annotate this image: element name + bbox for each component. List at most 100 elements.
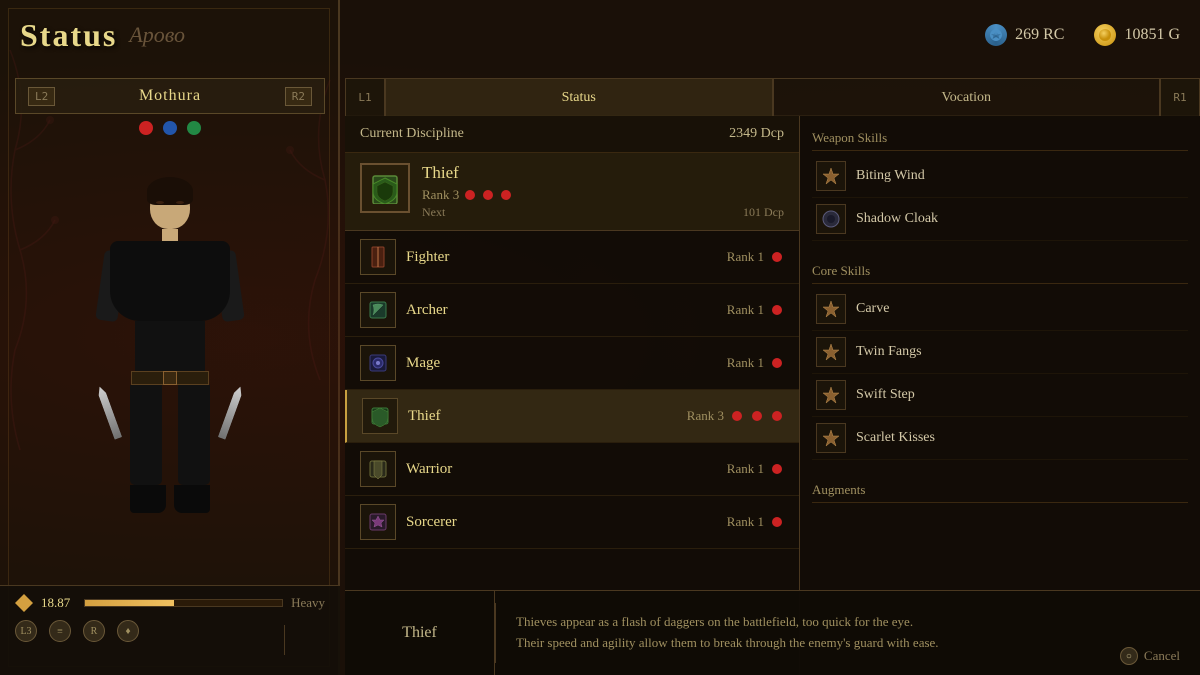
weight-row: 18.87 Heavy	[15, 594, 325, 612]
tab-vocation[interactable]: Vocation	[773, 78, 1161, 116]
warrior-icon	[360, 451, 396, 487]
sorcerer-dot-1	[772, 517, 782, 527]
info-description: Thieves appear as a flash of daggers on …	[496, 600, 1200, 666]
discipline-row[interactable]: Fighter Rank 1	[345, 231, 799, 284]
bottom-divider	[284, 625, 285, 655]
carve-icon	[816, 294, 846, 324]
tab-bar: L1 Status Vocation R1	[345, 78, 1200, 116]
sorcerer-name: Sorcerer	[406, 514, 717, 531]
twin-fangs-icon	[816, 337, 846, 367]
character-status-icons	[138, 120, 202, 136]
warrior-dot-1	[772, 464, 782, 474]
discipline-row[interactable]: Mage Rank 1	[345, 337, 799, 390]
warrior-rank: Rank 1	[727, 461, 784, 477]
rank-dot-2	[483, 190, 493, 200]
swift-step-name: Swift Step	[856, 387, 915, 403]
weight-bar	[84, 599, 283, 607]
core-skills-section: Core Skills Carve	[800, 249, 1200, 468]
mage-info: Mage	[406, 355, 717, 372]
cancel-button[interactable]: ○ Cancel	[1120, 647, 1180, 665]
mage-icon	[360, 345, 396, 381]
skill-row[interactable]: Biting Wind	[812, 155, 1188, 198]
r-button[interactable]: R	[83, 620, 105, 642]
archer-icon	[360, 292, 396, 328]
augments-title: Augments	[812, 476, 1188, 503]
main-panel: L1 Status Vocation R1 Current Discipline…	[345, 78, 1200, 675]
discipline-row[interactable]: Sorcerer Rank 1	[345, 496, 799, 549]
weight-bar-fill	[85, 600, 174, 606]
sorcerer-icon	[360, 504, 396, 540]
bottom-bar: 18.87 Heavy L3 ≡ R ♦	[0, 585, 340, 675]
sorcerer-rank: Rank 1	[727, 514, 784, 530]
archer-name: Archer	[406, 302, 717, 319]
nav-right-btn[interactable]: R2	[285, 87, 312, 106]
l1-trigger[interactable]: L1	[345, 78, 385, 116]
header-currencies: 269 RC 10851 G	[985, 24, 1180, 46]
rc-currency: 269 RC	[985, 24, 1064, 46]
weight-value: 18.87	[41, 595, 76, 611]
character-display	[20, 145, 320, 565]
weapon-skills-title: Weapon Skills	[812, 124, 1188, 151]
skill-row[interactable]: Shadow Cloak	[812, 198, 1188, 241]
rank-dot-3	[501, 190, 511, 200]
skill-row[interactable]: Scarlet Kisses	[812, 417, 1188, 460]
scarlet-kisses-icon	[816, 423, 846, 453]
fighter-dot-1	[772, 252, 782, 262]
warrior-name: Warrior	[406, 461, 717, 478]
active-discipline-rank: Rank 3	[422, 187, 784, 203]
current-discipline-header: Current Discipline 2349 Dcp	[345, 116, 799, 153]
discipline-row[interactable]: Archer Rank 1	[345, 284, 799, 337]
discipline-row[interactable]: Warrior Rank 1	[345, 443, 799, 496]
nav-left-btn[interactable]: L2	[28, 87, 55, 106]
shadow-cloak-name: Shadow Cloak	[856, 211, 938, 227]
bottom-icons-row: L3 ≡ R ♦	[15, 620, 325, 642]
thief-dot-3	[772, 411, 782, 421]
core-skills-title: Core Skills	[812, 257, 1188, 284]
thief-name: Thief	[408, 408, 677, 425]
l3-button[interactable]: L3	[15, 620, 37, 642]
skill-row[interactable]: Twin Fangs	[812, 331, 1188, 374]
mage-name: Mage	[406, 355, 717, 372]
info-bar: Thief Thieves appear as a flash of dagge…	[345, 590, 1200, 675]
cancel-label: Cancel	[1144, 648, 1180, 664]
scarlet-kisses-name: Scarlet Kisses	[856, 430, 935, 446]
character-name-bar: L2 Mothura R2	[15, 78, 325, 114]
carve-name: Carve	[856, 301, 889, 317]
gold-icon	[1094, 24, 1116, 46]
active-discipline-info: Thief Rank 3 Next 101 Dcp	[422, 163, 784, 220]
augments-section: Augments	[800, 468, 1200, 515]
warrior-info: Warrior	[406, 461, 717, 478]
thief-rank: Rank 3	[687, 408, 784, 424]
next-value: 101 Dcp	[743, 205, 784, 220]
thief-dot-2	[752, 411, 762, 421]
header: Status Арово 269 RC 10851 G	[0, 0, 1200, 70]
active-discipline-row[interactable]: Thief Rank 3 Next 101 Dcp	[345, 153, 799, 231]
skill-row[interactable]: Carve	[812, 288, 1188, 331]
biting-wind-icon	[816, 161, 846, 191]
weight-label: Heavy	[291, 595, 325, 611]
diamond-button[interactable]: ♦	[117, 620, 139, 642]
current-discipline-value: 2349 Dcp	[729, 126, 784, 142]
info-vocation-name: Thief	[345, 591, 495, 675]
tab-status[interactable]: Status	[385, 78, 773, 116]
character-figure	[90, 185, 250, 525]
swift-step-icon	[816, 380, 846, 410]
active-discipline-name: Thief	[422, 163, 784, 183]
page-title: Status	[20, 17, 117, 54]
archer-rank: Rank 1	[727, 302, 784, 318]
fighter-rank: Rank 1	[727, 249, 784, 265]
info-desc-line2: Their speed and agility allow them to br…	[516, 633, 1180, 654]
active-discipline-icon	[360, 163, 410, 213]
fighter-icon	[360, 239, 396, 275]
skill-row[interactable]: Swift Step	[812, 374, 1188, 417]
twin-fangs-name: Twin Fangs	[856, 344, 922, 360]
character-name: Mothura	[139, 87, 201, 105]
thief-dot-1	[732, 411, 742, 421]
discipline-row[interactable]: Thief Rank 3	[345, 390, 799, 443]
r1-trigger[interactable]: R1	[1160, 78, 1200, 116]
weight-icon	[15, 594, 33, 612]
cancel-icon: ○	[1120, 647, 1138, 665]
thief-icon	[362, 398, 398, 434]
menu-button[interactable]: ≡	[49, 620, 71, 642]
next-label: Next	[422, 205, 445, 220]
